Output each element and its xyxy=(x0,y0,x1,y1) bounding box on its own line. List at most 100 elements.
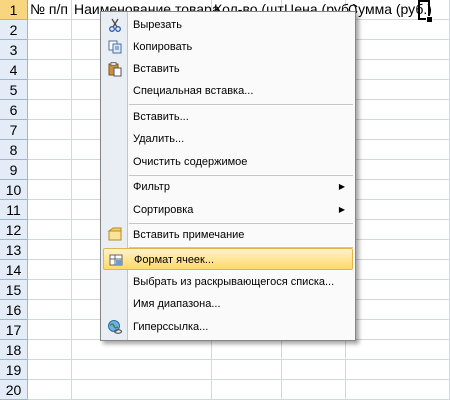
menu-item-format-cells[interactable]: Формат ячеек... xyxy=(103,248,353,270)
row-header[interactable]: 16 xyxy=(0,300,28,320)
grid-cell[interactable] xyxy=(346,300,450,320)
grid-cell[interactable] xyxy=(282,340,346,360)
row-header[interactable]: 7 xyxy=(0,120,28,140)
row-header[interactable]: 11 xyxy=(0,200,28,220)
menu-item-label: Очистить содержимое xyxy=(133,156,248,168)
grid-cell[interactable] xyxy=(28,200,72,220)
submenu-arrow-icon: ▶ xyxy=(338,182,345,191)
menu-item-sort[interactable]: Сортировка ▶ xyxy=(103,199,353,221)
menu-item-label: Гиперссылка... xyxy=(133,321,209,333)
menu-item-paste-special[interactable]: Специальная вставка... xyxy=(103,80,353,102)
grid-cell[interactable] xyxy=(28,180,72,200)
grid-cell[interactable] xyxy=(346,320,450,340)
grid-cell[interactable] xyxy=(282,380,346,400)
grid-cell[interactable] xyxy=(212,340,282,360)
grid-cell[interactable] xyxy=(28,100,72,120)
grid-cell[interactable] xyxy=(28,380,72,400)
menu-separator xyxy=(129,104,353,105)
grid-cell[interactable] xyxy=(346,280,450,300)
grid-cell[interactable] xyxy=(28,220,72,240)
grid-cell[interactable] xyxy=(28,360,72,380)
grid-cell[interactable] xyxy=(212,360,282,380)
grid-cell[interactable] xyxy=(72,380,212,400)
grid-cell[interactable] xyxy=(346,340,450,360)
row-header[interactable]: 9 xyxy=(0,160,28,180)
menu-item-hyperlink[interactable]: Гиперссылка... xyxy=(103,316,353,338)
menu-item-label: Удалить... xyxy=(133,133,185,145)
menu-item-label: Копировать xyxy=(133,41,193,53)
grid-cell[interactable] xyxy=(346,360,450,380)
menu-item-label: Сортировка xyxy=(133,204,194,216)
row-header[interactable]: 6 xyxy=(0,100,28,120)
menu-item-filter[interactable]: Фильтр ▶ xyxy=(103,176,353,198)
row-header[interactable]: 18 xyxy=(0,340,28,360)
grid-cell[interactable] xyxy=(28,40,72,60)
grid-cell[interactable] xyxy=(212,380,282,400)
grid-cell[interactable] xyxy=(346,140,450,160)
row-header[interactable]: 17 xyxy=(0,320,28,340)
grid-cell[interactable] xyxy=(346,220,450,240)
grid-cell[interactable] xyxy=(346,260,450,280)
paste-icon xyxy=(108,62,122,77)
grid-cell[interactable] xyxy=(28,320,72,340)
grid-cell[interactable] xyxy=(28,260,72,280)
grid-cell[interactable] xyxy=(282,360,346,380)
grid-cell[interactable] xyxy=(28,240,72,260)
row-header[interactable]: 19 xyxy=(0,360,28,380)
grid-cell[interactable] xyxy=(346,180,450,200)
row-header[interactable]: 8 xyxy=(0,140,28,160)
cell-header-sum[interactable]: Сумма (руб.) xyxy=(346,0,450,20)
grid-cell[interactable] xyxy=(346,20,450,40)
hyperlink-globe-icon xyxy=(108,320,123,334)
grid-cell[interactable] xyxy=(346,40,450,60)
cell-header-num[interactable]: № п/п xyxy=(28,0,72,20)
row-header[interactable]: 10 xyxy=(0,180,28,200)
grid-cell[interactable] xyxy=(346,160,450,180)
menu-item-pick-from-list[interactable]: Выбрать из раскрывающегося списка... xyxy=(103,271,353,293)
grid-cell[interactable] xyxy=(28,340,72,360)
grid-cell[interactable] xyxy=(346,120,450,140)
grid-cell[interactable] xyxy=(28,160,72,180)
format-cells-icon xyxy=(109,254,123,266)
grid-cell[interactable] xyxy=(346,100,450,120)
grid-cell[interactable] xyxy=(346,240,450,260)
grid-cell[interactable] xyxy=(28,20,72,40)
row-header[interactable]: 1 xyxy=(0,0,28,20)
menu-item-delete[interactable]: Удалить... xyxy=(103,128,353,150)
grid-cell[interactable] xyxy=(346,380,450,400)
row-header[interactable]: 4 xyxy=(0,60,28,80)
menu-item-label: Формат ячеек... xyxy=(134,254,215,266)
scissors-icon xyxy=(109,18,121,32)
comment-icon xyxy=(107,227,122,241)
row-header[interactable]: 3 xyxy=(0,40,28,60)
grid-cell[interactable] xyxy=(346,60,450,80)
grid-cell[interactable] xyxy=(28,120,72,140)
menu-item-insert[interactable]: Вставить... xyxy=(103,106,353,128)
row-header[interactable]: 15 xyxy=(0,280,28,300)
row-header[interactable]: 5 xyxy=(0,80,28,100)
grid-cell[interactable] xyxy=(28,140,72,160)
row-header[interactable]: 20 xyxy=(0,380,28,400)
menu-item-copy[interactable]: Копировать xyxy=(103,36,353,58)
grid-cell[interactable] xyxy=(28,60,72,80)
menu-item-cut[interactable]: Вырезать xyxy=(103,14,353,36)
fill-handle[interactable] xyxy=(426,16,433,23)
grid-cell[interactable] xyxy=(28,300,72,320)
menu-item-range-name[interactable]: Имя диапазона... xyxy=(103,293,353,315)
menu-item-label: Вставить... xyxy=(133,111,189,123)
grid-cell[interactable] xyxy=(72,360,212,380)
grid-cell[interactable] xyxy=(28,280,72,300)
menu-item-paste[interactable]: Вставить xyxy=(103,58,353,80)
row-header[interactable]: 14 xyxy=(0,260,28,280)
grid-cell[interactable] xyxy=(346,200,450,220)
row-header[interactable]: 2 xyxy=(0,20,28,40)
row-header[interactable]: 12 xyxy=(0,220,28,240)
grid-cell[interactable] xyxy=(28,80,72,100)
row-header[interactable]: 13 xyxy=(0,240,28,260)
menu-item-clear-contents[interactable]: Очистить содержимое xyxy=(103,151,353,173)
grid-cell[interactable] xyxy=(72,340,212,360)
menu-item-insert-comment[interactable]: Вставить примечание xyxy=(103,224,353,246)
submenu-arrow-icon: ▶ xyxy=(338,205,345,214)
menu-item-label: Специальная вставка... xyxy=(133,85,254,97)
grid-cell[interactable] xyxy=(346,80,450,100)
